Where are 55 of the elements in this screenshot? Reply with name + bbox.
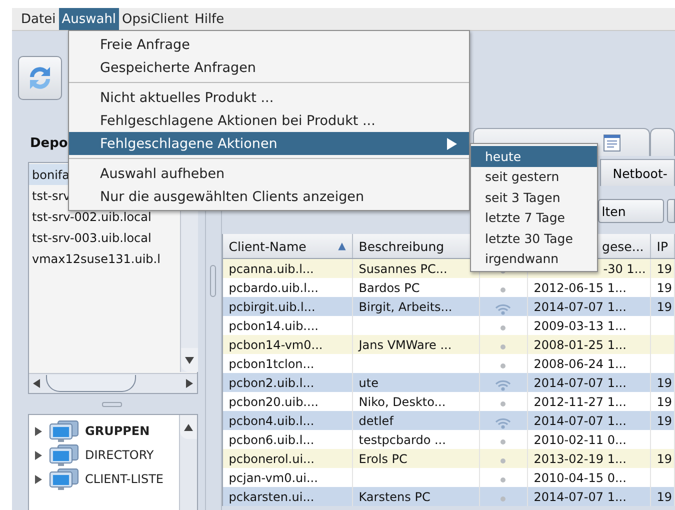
computer-group-icon <box>49 444 79 466</box>
sort-arrow-icon[interactable]: ▲ <box>338 240 346 252</box>
tab[interactable]: Netboot- <box>600 159 675 186</box>
scrollbar[interactable] <box>29 373 197 393</box>
menu-item[interactable]: Hilfe <box>192 8 228 30</box>
menu-item[interactable]: Datei <box>18 8 59 30</box>
dropdown-button[interactable] <box>666 199 675 223</box>
column-header[interactable]: IP <box>650 234 675 258</box>
table-cell: pckarsten.ui... <box>222 487 353 506</box>
column-title[interactable]: Client-Name <box>228 238 306 254</box>
submenu-item[interactable]: seit 3 Tagen <box>471 187 597 208</box>
tree-item[interactable]: GRUPPEN <box>85 424 150 438</box>
table-row[interactable]: pcbonerol.ui... Erols PC 2013-02-19 1... 19 <box>222 449 675 468</box>
table-row[interactable]: pcbon2.uib.l... ute 2014-07-07 1... 19 <box>222 373 675 392</box>
table-row[interactable]: pckarsten.ui... Karstens PC 2014-07-07 1... 19 <box>222 487 675 506</box>
menu-item[interactable]: OpsiClient <box>119 8 192 30</box>
scroll-right-icon[interactable] <box>186 379 193 388</box>
splitter-handle[interactable] <box>210 264 216 296</box>
depot-item[interactable]: bonifa <box>29 164 70 185</box>
scroll-up-icon[interactable] <box>184 424 193 430</box>
tree-item[interactable]: CLIENT-LISTE <box>85 472 164 486</box>
menu-item[interactable]: Auswahl aufheben <box>69 162 469 185</box>
refresh-button[interactable] <box>18 56 62 100</box>
table-row[interactable]: pcbirgit.uib.l... Birgit, Arbeits... 2014-07-07 1... 19 <box>222 297 675 316</box>
menu-item[interactable]: Fehlgeschlagene Aktionen <box>69 132 469 155</box>
menu-item[interactable]: Auswahl <box>58 8 120 30</box>
table-cell: Karstens PC <box>352 487 480 506</box>
depot-item[interactable]: vmax12suse131.uib.l <box>29 248 160 269</box>
button[interactable]: lten <box>598 199 664 223</box>
document-icon <box>602 134 621 152</box>
table-cell: 19 <box>650 487 675 506</box>
table-cell: 2014-07-07 1... <box>528 487 651 506</box>
expand-arrow-icon[interactable] <box>34 474 43 484</box>
splitter-handle[interactable] <box>102 402 122 407</box>
table-row[interactable]: pcbon4.uib.l... detlef 2014-07-07 1... 19 <box>222 411 675 430</box>
computer-group-icon <box>49 420 79 442</box>
submenu-item[interactable]: letzte 7 Tage <box>471 208 597 228</box>
menu-item[interactable]: Freie Anfrage <box>69 33 469 56</box>
menu-item[interactable]: Nicht aktuelles Produkt ... <box>69 86 469 109</box>
computer-group-icon <box>49 468 79 490</box>
scroll-left-icon[interactable] <box>33 379 40 388</box>
menu-item[interactable]: Gespeicherte Anfragen <box>69 56 469 79</box>
panel-title: Depo <box>30 136 68 151</box>
expand-arrow-icon[interactable] <box>34 450 43 460</box>
menu-item[interactable]: Fehlgeschlagene Aktionen bei Produkt ... <box>69 109 469 132</box>
tree-item[interactable]: DIRECTORY <box>85 448 154 462</box>
scroll-down-icon[interactable] <box>185 356 194 364</box>
menu-item[interactable]: Nur die ausgewählten Clients anzeigen <box>69 185 469 208</box>
scrollbar[interactable] <box>179 415 197 510</box>
expand-arrow-icon[interactable] <box>34 426 43 436</box>
table-row[interactable]: pcbon14-vm0... Jans VMWare ... 2008-01-25 1... <box>222 335 675 354</box>
depot-item[interactable]: tst-srv <box>29 185 70 206</box>
depot-item[interactable]: tst-srv-003.uib.local <box>29 227 152 248</box>
submenu-item[interactable]: heute <box>471 146 597 166</box>
submenu-item[interactable]: seit gestern <box>471 166 597 187</box>
